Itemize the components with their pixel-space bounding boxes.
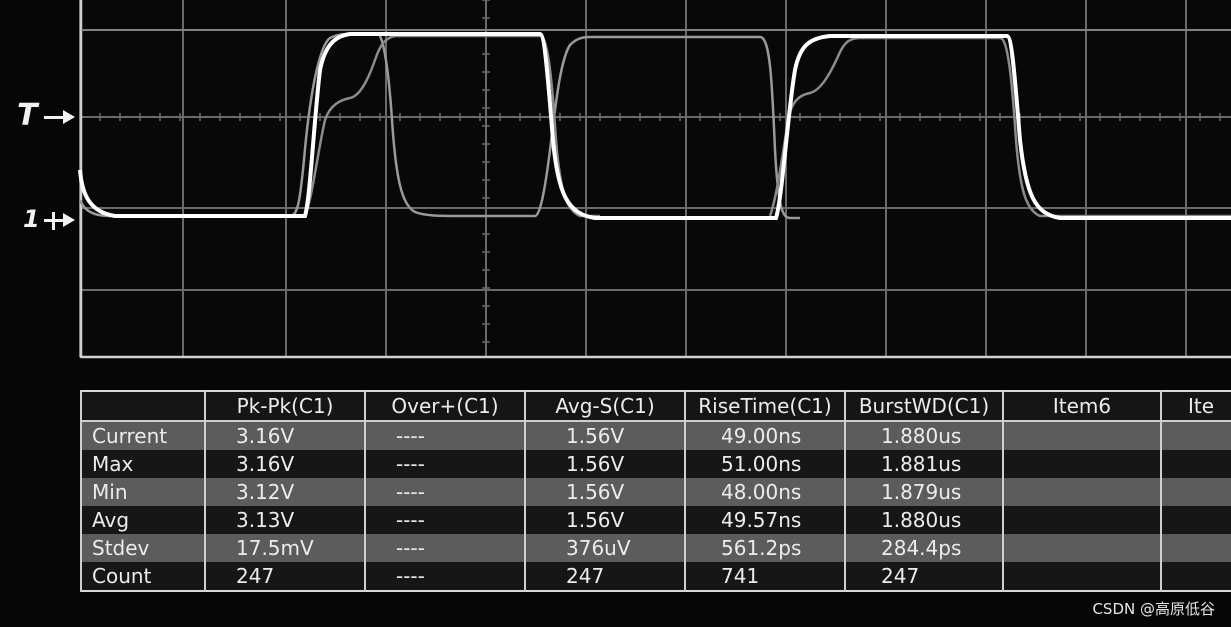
trigger-marker-stem <box>44 116 64 119</box>
table-cell: 17.5mV <box>204 534 365 562</box>
measurement-table: Pk-Pk(C1) Over+(C1) Avg-S(C1) RiseTime(C1) B… <box>80 390 1231 592</box>
table-cell: ---- <box>364 534 525 562</box>
table-cell: 1.880us <box>844 506 1003 534</box>
table-cell: ---- <box>364 478 525 506</box>
column-header[interactable]: Over+(C1) <box>364 391 525 422</box>
table-cell: 284.4ps <box>844 534 1003 562</box>
row-label: Current <box>80 421 205 450</box>
table-cell: ---- <box>364 421 525 450</box>
watermark: CSDN @高原低谷 <box>1092 600 1215 618</box>
table-cell <box>1002 450 1161 478</box>
table-cell: 247 <box>524 562 685 591</box>
table-corner-cell <box>80 391 205 422</box>
table-row: Current 3.16V ---- 1.56V 49.00ns 1.880us <box>80 421 1231 450</box>
table-cell: 376uV <box>524 534 685 562</box>
table-cell: ---- <box>364 506 525 534</box>
table-cell: 741 <box>684 562 845 591</box>
table-cell <box>1002 562 1161 591</box>
trigger-arrow-icon <box>63 110 75 124</box>
table-cell: 49.57ns <box>684 506 845 534</box>
channel1-ground-marker[interactable]: 1 <box>23 204 40 234</box>
row-label: Count <box>80 562 205 591</box>
table-cell: ---- <box>364 450 525 478</box>
table-cell <box>1002 506 1161 534</box>
table-header-row: Pk-Pk(C1) Over+(C1) Avg-S(C1) RiseTime(C1) B… <box>80 391 1231 422</box>
row-label: Stdev <box>80 534 205 562</box>
row-label: Min <box>80 478 205 506</box>
table-row: Max 3.16V ---- 1.56V 51.00ns 1.881us <box>80 450 1231 478</box>
column-header[interactable]: Pk-Pk(C1) <box>204 391 365 422</box>
column-header[interactable]: BurstWD(C1) <box>844 391 1003 422</box>
table-cell: 1.879us <box>844 478 1003 506</box>
table-row: Avg 3.13V ---- 1.56V 49.57ns 1.880us <box>80 506 1231 534</box>
channel1-arrow-icon <box>63 213 75 227</box>
table-cell <box>1160 421 1231 450</box>
table-cell: 247 <box>204 562 365 591</box>
table-cell: 1.881us <box>844 450 1003 478</box>
table-row: Stdev 17.5mV ---- 376uV 561.2ps 284.4ps <box>80 534 1231 562</box>
column-header[interactable]: Ite <box>1160 391 1231 422</box>
column-header[interactable]: Item6 <box>1002 391 1161 422</box>
column-header[interactable]: RiseTime(C1) <box>684 391 845 422</box>
table-cell: 561.2ps <box>684 534 845 562</box>
table-cell: 247 <box>844 562 1003 591</box>
table-cell <box>1160 478 1231 506</box>
table-cell: 1.56V <box>524 450 685 478</box>
oscilloscope-screen: T 1 Pk-Pk(C1) Over+(C1) Avg-S(C1) RiseTime(… <box>0 0 1231 627</box>
table-cell: 51.00ns <box>684 450 845 478</box>
table-cell: 3.16V <box>204 421 365 450</box>
table-row: Min 3.12V ---- 1.56V 48.00ns 1.879us <box>80 478 1231 506</box>
channel1-marker-stem-vertical <box>52 212 55 230</box>
table-cell: 3.16V <box>204 450 365 478</box>
table-cell <box>1002 478 1161 506</box>
column-header[interactable]: Avg-S(C1) <box>524 391 685 422</box>
table-cell: ---- <box>364 562 525 591</box>
table-cell <box>1160 534 1231 562</box>
trigger-level-marker[interactable]: T <box>17 101 37 131</box>
table-cell: 1.56V <box>524 421 685 450</box>
table-cell: 49.00ns <box>684 421 845 450</box>
table-cell <box>1002 534 1161 562</box>
table-cell <box>1160 562 1231 591</box>
table-row: Count 247 ---- 247 741 247 <box>80 562 1231 591</box>
waveform-display <box>78 0 1231 359</box>
row-label: Max <box>80 450 205 478</box>
table-cell: 1.880us <box>844 421 1003 450</box>
table-cell <box>1160 506 1231 534</box>
table-cell <box>1160 450 1231 478</box>
table-cell: 1.56V <box>524 506 685 534</box>
table-cell: 3.12V <box>204 478 365 506</box>
row-label: Avg <box>80 506 205 534</box>
table-cell: 3.13V <box>204 506 365 534</box>
table-cell <box>1002 421 1161 450</box>
table-cell: 48.00ns <box>684 478 845 506</box>
table-cell: 1.56V <box>524 478 685 506</box>
